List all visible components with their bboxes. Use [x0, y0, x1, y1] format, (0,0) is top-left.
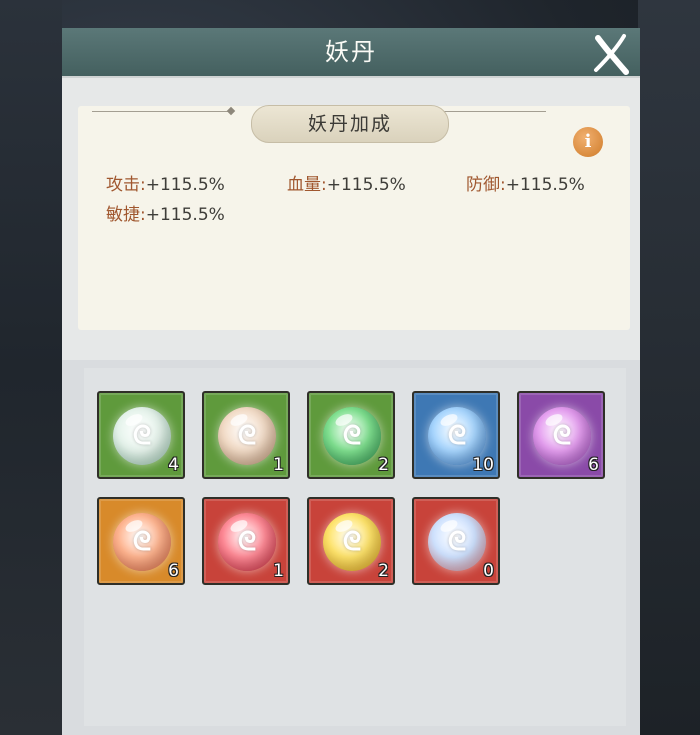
- demon-core-slot[interactable]: ᘓ 10: [412, 391, 500, 479]
- demon-core-slot[interactable]: ᘓ0: [412, 497, 500, 585]
- item-count: 1: [273, 561, 284, 581]
- demon-core-slot[interactable]: ᘓ4: [97, 391, 185, 479]
- demon-core-orb-icon: ᘓ: [428, 513, 486, 571]
- swirl-icon: ᘓ: [237, 527, 257, 557]
- background-left: [0, 0, 62, 735]
- bonus-header-label: 妖丹加成: [307, 113, 392, 135]
- demon-core-orb-icon: ᘓ: [323, 513, 381, 571]
- stat-attack-label: 攻击:: [106, 175, 146, 195]
- close-icon: [594, 34, 629, 75]
- item-count: 4: [168, 455, 179, 475]
- demon-core-orb-icon: ᘓ: [533, 407, 591, 465]
- swirl-icon: ᘓ: [552, 421, 572, 451]
- demon-core-slot[interactable]: ᘓ2: [307, 391, 395, 479]
- demon-core-orb-icon: ᘓ: [323, 407, 381, 465]
- demon-core-orb-icon: ᘓ: [113, 407, 171, 465]
- demon-core-slot[interactable]: ᘓ1: [202, 497, 290, 585]
- swirl-icon: ᘓ: [342, 421, 362, 451]
- stat-hp: 血量:+115.5%: [287, 170, 406, 195]
- stat-attack: 攻击:+115.5%: [106, 170, 225, 195]
- demon-core-orb-icon: ᘓ: [218, 513, 276, 571]
- stat-defense: 防御:+115.5%: [466, 170, 585, 195]
- close-button[interactable]: [590, 32, 634, 76]
- item-count: 6: [588, 455, 599, 475]
- item-count: 10: [472, 455, 494, 475]
- item-count: 6: [168, 561, 179, 581]
- demon-core-slot[interactable]: ᘓ6: [517, 391, 605, 479]
- swirl-icon: ᘓ: [237, 421, 257, 451]
- stat-agility: 敏捷:+115.5%: [106, 200, 225, 225]
- title-bar: 妖丹: [62, 28, 640, 78]
- panel-title: 妖丹: [325, 38, 377, 66]
- swirl-icon: ᘓ: [132, 421, 152, 451]
- item-count: 0: [483, 561, 494, 581]
- demon-core-orb-icon: ᘓ: [218, 407, 276, 465]
- background-right: [638, 0, 700, 735]
- divider-line-left: [92, 111, 230, 112]
- demon-core-orb-icon: ᘓ: [113, 513, 171, 571]
- swirl-icon: ᘓ: [342, 527, 362, 557]
- stat-defense-label: 防御:: [466, 175, 506, 195]
- swirl-icon: ᘓ: [132, 527, 152, 557]
- stat-hp-value: +115.5%: [326, 175, 406, 195]
- demon-core-slot[interactable]: ᘓ2: [307, 497, 395, 585]
- stat-hp-label: 血量:: [287, 175, 327, 195]
- item-count: 2: [378, 455, 389, 475]
- stat-defense-value: +115.5%: [505, 175, 585, 195]
- demon-core-slot[interactable]: ᘓ1: [202, 391, 290, 479]
- item-count: 1: [273, 455, 284, 475]
- stat-agility-label: 敏捷:: [106, 205, 146, 225]
- demon-core-slot[interactable]: ᘓ6: [97, 497, 185, 585]
- swirl-icon: ᘓ: [447, 527, 467, 557]
- item-count: 2: [378, 561, 389, 581]
- info-icon[interactable]: i: [573, 127, 603, 157]
- stat-agility-value: +115.5%: [145, 205, 225, 225]
- stat-attack-value: +115.5%: [145, 175, 225, 195]
- bonus-header-badge: 妖丹加成: [251, 105, 449, 143]
